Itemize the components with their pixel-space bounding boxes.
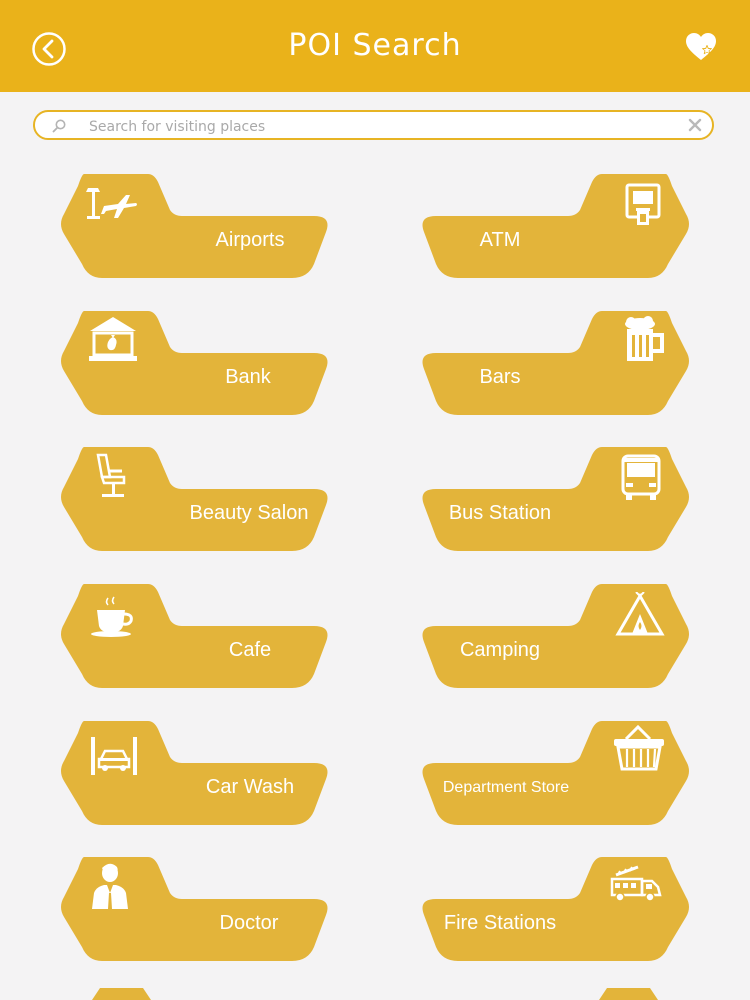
category-label: Beauty Salon xyxy=(189,502,309,524)
category-tile-bars[interactable]: Bars xyxy=(414,311,690,415)
search-bar xyxy=(33,110,714,140)
heart-star-icon[interactable] xyxy=(684,31,718,63)
category-label: ATM xyxy=(479,229,521,251)
category-label: Airports xyxy=(215,229,285,251)
next-row-partial xyxy=(92,988,658,1000)
category-tile-airports[interactable]: Airports xyxy=(60,174,336,278)
salon-chair-icon xyxy=(96,453,126,497)
category-tile-atm[interactable]: ATM xyxy=(414,174,690,278)
category-tile-car-wash[interactable]: Car Wash xyxy=(60,721,336,825)
category-label: Car Wash xyxy=(205,776,295,798)
category-label: Department Store xyxy=(442,779,570,796)
atm-icon xyxy=(625,183,661,225)
category-label: Cafe xyxy=(228,639,272,661)
basket-icon xyxy=(614,725,664,771)
category-tile-beauty-salon[interactable]: Beauty Salon xyxy=(60,447,336,551)
category-label: Fire Stations xyxy=(443,912,557,934)
clear-icon[interactable] xyxy=(687,117,703,133)
car-wash-icon xyxy=(91,737,137,775)
category-label: Bank xyxy=(225,366,271,388)
app-header: POI Search xyxy=(0,0,750,92)
category-tile-doctor[interactable]: Doctor xyxy=(60,857,336,961)
category-tile-bank[interactable]: Bank xyxy=(60,311,336,415)
bus-icon xyxy=(621,454,661,500)
category-label: Camping xyxy=(459,639,541,661)
coffee-cup-icon xyxy=(91,596,133,637)
doctor-icon xyxy=(92,863,128,909)
page-title: POI Search xyxy=(288,28,462,63)
search-icon xyxy=(52,119,66,133)
category-tile-cafe[interactable]: Cafe xyxy=(60,584,336,688)
category-label: Bus Station xyxy=(448,502,552,524)
category-tile-department-store[interactable]: Department Store xyxy=(414,721,690,825)
category-label: Bars xyxy=(479,366,521,388)
tent-icon xyxy=(615,592,665,636)
bank-icon xyxy=(89,317,137,361)
category-tile-camping[interactable]: Camping xyxy=(414,584,690,688)
airport-icon xyxy=(86,188,137,219)
search-input[interactable] xyxy=(87,115,671,139)
category-tile-fire-stations[interactable]: Fire Stations xyxy=(414,857,690,961)
category-label: Doctor xyxy=(219,912,279,934)
beer-mug-icon xyxy=(625,316,664,361)
fire-truck-icon xyxy=(610,865,662,902)
category-tile-bus-station[interactable]: Bus Station xyxy=(414,447,690,551)
